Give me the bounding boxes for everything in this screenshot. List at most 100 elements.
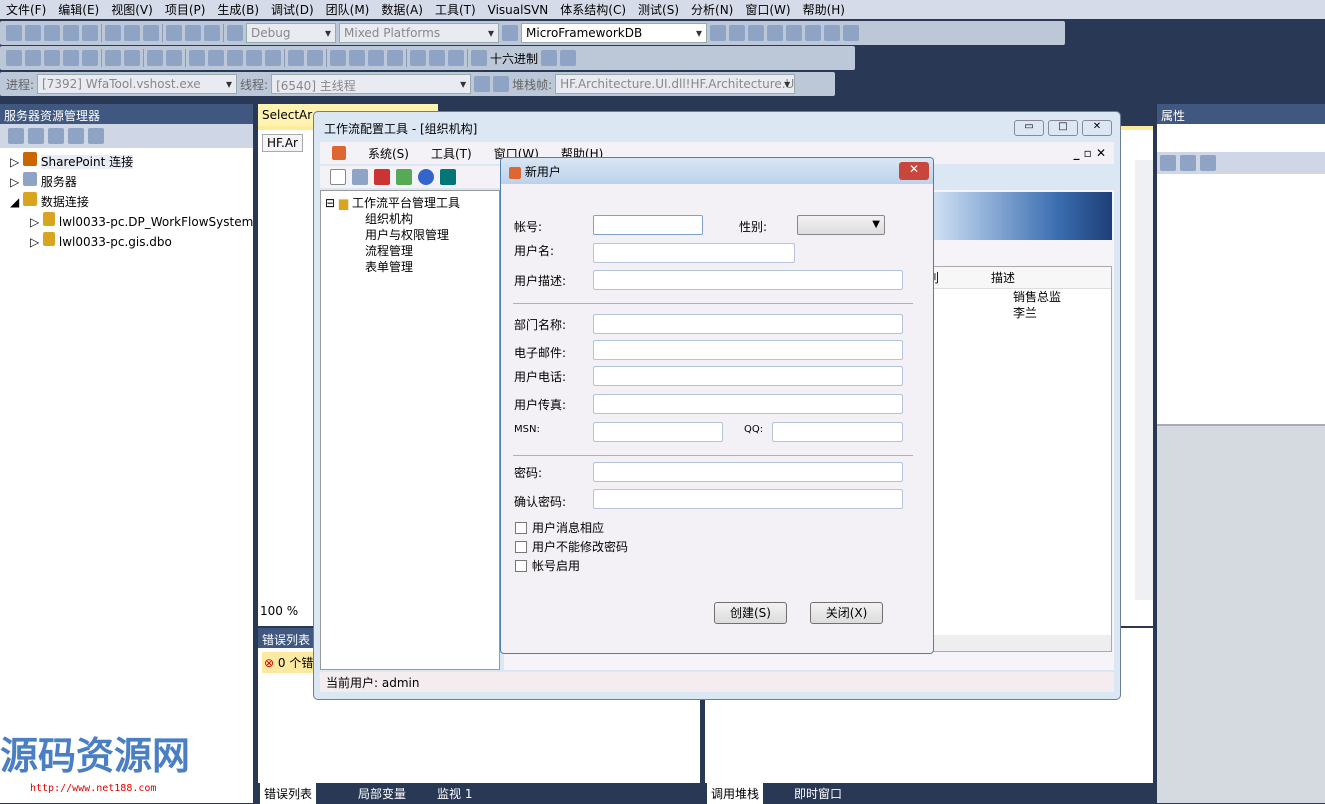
step-over-icon[interactable] [429, 50, 445, 66]
fax-input[interactable] [593, 394, 903, 414]
tree-flow[interactable]: 流程管理 [325, 241, 495, 258]
account-input[interactable] [593, 215, 703, 235]
menu-help[interactable]: 帮助(H) [797, 1, 851, 18]
hex-button[interactable]: 十六进制 [490, 50, 538, 67]
doc-subtab[interactable]: HF.Ar [262, 134, 303, 152]
flag-icon[interactable] [474, 76, 491, 92]
phone-input[interactable] [593, 366, 903, 386]
flag-thread-icon[interactable] [493, 76, 510, 92]
categorized-icon[interactable] [1160, 155, 1176, 171]
continue-icon[interactable] [330, 50, 346, 66]
qq-input[interactable] [772, 422, 903, 442]
tools-icon[interactable] [786, 25, 802, 41]
open-icon[interactable] [44, 25, 60, 41]
restart-icon[interactable] [387, 50, 403, 66]
save-all-icon[interactable] [82, 25, 98, 41]
step-into-icon[interactable] [410, 50, 426, 66]
department-input[interactable] [593, 314, 903, 334]
next-bookmark-icon[interactable] [227, 50, 243, 66]
stack-frame-select[interactable]: HF.Architecture.UI.dll!HF.Architecture.U [555, 74, 796, 94]
extension-icon[interactable] [824, 25, 840, 41]
menu-data[interactable]: 数据(A) [375, 1, 429, 18]
checkbox-cannot-change-password[interactable]: 用户不能修改密码 [515, 538, 628, 555]
checkbox-account-enabled[interactable]: 帐号启用 [515, 557, 580, 574]
maximize-button[interactable]: □ [1048, 120, 1078, 136]
property-pages-icon[interactable] [1200, 155, 1216, 171]
tree-conn-1[interactable]: ▷ lwl0033-pc.DP_WorkFlowSystem [10, 212, 253, 232]
tab-watch[interactable]: 监视 1 [433, 783, 476, 804]
minimize-button[interactable]: ▭ [1014, 120, 1044, 136]
threads-icon[interactable] [541, 50, 558, 66]
connect-db-icon[interactable] [48, 128, 64, 144]
start-page-icon[interactable] [805, 25, 821, 41]
navigate-icon[interactable] [204, 25, 220, 41]
db-select[interactable]: MicroFrameworkDB [521, 23, 707, 43]
edit-icon[interactable] [44, 50, 60, 66]
password-input[interactable] [593, 462, 903, 482]
refresh-icon[interactable] [8, 128, 24, 144]
pause-icon[interactable] [349, 50, 365, 66]
tree-root[interactable]: ⊟ ▆ 工作流平台管理工具 [325, 193, 495, 210]
username-input[interactable] [593, 243, 795, 263]
tab-immediate[interactable]: 即时窗口 [790, 783, 846, 804]
tab-call-stack[interactable]: 调用堆栈 [707, 783, 764, 804]
tree-sharepoint[interactable]: ▷ SharePoint 连接 [10, 152, 243, 172]
menu-view[interactable]: 视图(V) [105, 1, 159, 18]
menu-debug[interactable]: 调试(D) [265, 1, 320, 18]
edit-icon[interactable] [352, 169, 368, 185]
mdi-controls[interactable]: _ ▫ ✕ [1073, 146, 1106, 160]
confirm-password-input[interactable] [593, 489, 903, 509]
stop-refresh-icon[interactable] [28, 128, 44, 144]
save-icon[interactable] [63, 25, 79, 41]
tab-error-list[interactable]: 错误列表 [260, 783, 317, 804]
prev-bookmark-icon[interactable] [208, 50, 224, 66]
menu-architecture[interactable]: 体系结构(C) [554, 1, 632, 18]
grid-cell[interactable]: 李兰 [1013, 305, 1111, 321]
tree-data-connections[interactable]: ◢ 数据连接 [10, 192, 243, 212]
cut-icon[interactable] [105, 25, 121, 41]
menu-project[interactable]: 项目(P) [159, 1, 212, 18]
msn-input[interactable] [593, 422, 723, 442]
menu-analyze[interactable]: 分析(N) [685, 1, 739, 18]
object-browser-icon[interactable] [767, 25, 783, 41]
grid-cell[interactable]: 销售总监 [1013, 289, 1111, 305]
find-icon[interactable] [502, 25, 518, 41]
uncomment-icon[interactable] [166, 50, 182, 66]
process-select[interactable]: [7392] WfaTool.vshost.exe [37, 74, 238, 94]
exit-icon[interactable] [440, 169, 456, 185]
menu-team[interactable]: 团队(M) [320, 1, 376, 18]
font-icon[interactable] [63, 50, 79, 66]
menu-system[interactable]: 系统(S) [368, 145, 409, 162]
clear-bookmark-icon[interactable] [265, 50, 281, 66]
create-button[interactable]: 创建(S) [714, 602, 787, 624]
bookmark-icon[interactable] [189, 50, 205, 66]
menu-edit[interactable]: 编辑(E) [52, 1, 105, 18]
solution-explorer-icon[interactable] [710, 25, 726, 41]
help-icon[interactable] [418, 169, 434, 185]
arrow-down-icon[interactable] [288, 50, 304, 66]
list-icon[interactable] [82, 50, 98, 66]
menu-tools[interactable]: 工具(T) [431, 145, 472, 162]
new-project-icon[interactable] [6, 25, 22, 41]
outdent-icon[interactable] [124, 50, 140, 66]
sharepoint-icon[interactable] [88, 128, 104, 144]
tree-conn-2[interactable]: ▷ lwl0033-pc.gis.dbo [10, 232, 243, 252]
command-icon[interactable] [843, 25, 859, 41]
toolbox-icon[interactable] [748, 25, 764, 41]
email-input[interactable] [593, 340, 903, 360]
doc-scrollbar[interactable] [1135, 160, 1153, 600]
menu-visualsvn[interactable]: VisualSVN [482, 3, 555, 17]
format-icon[interactable] [6, 50, 22, 66]
tree-servers[interactable]: ▷ 服务器 [10, 172, 243, 192]
paste-icon[interactable] [143, 25, 159, 41]
grid-header[interactable]: 描述 [991, 267, 1015, 288]
delete-icon[interactable] [374, 169, 390, 185]
properties-icon[interactable] [729, 25, 745, 41]
menu-test[interactable]: 测试(S) [632, 1, 685, 18]
gender-select[interactable]: ▼ [797, 215, 885, 235]
tree-org[interactable]: 组织机构 [325, 209, 495, 226]
tree-users[interactable]: 用户与权限管理 [325, 225, 495, 242]
undo-icon[interactable] [166, 25, 182, 41]
step-out-icon[interactable] [448, 50, 464, 66]
indent-icon[interactable] [105, 50, 121, 66]
